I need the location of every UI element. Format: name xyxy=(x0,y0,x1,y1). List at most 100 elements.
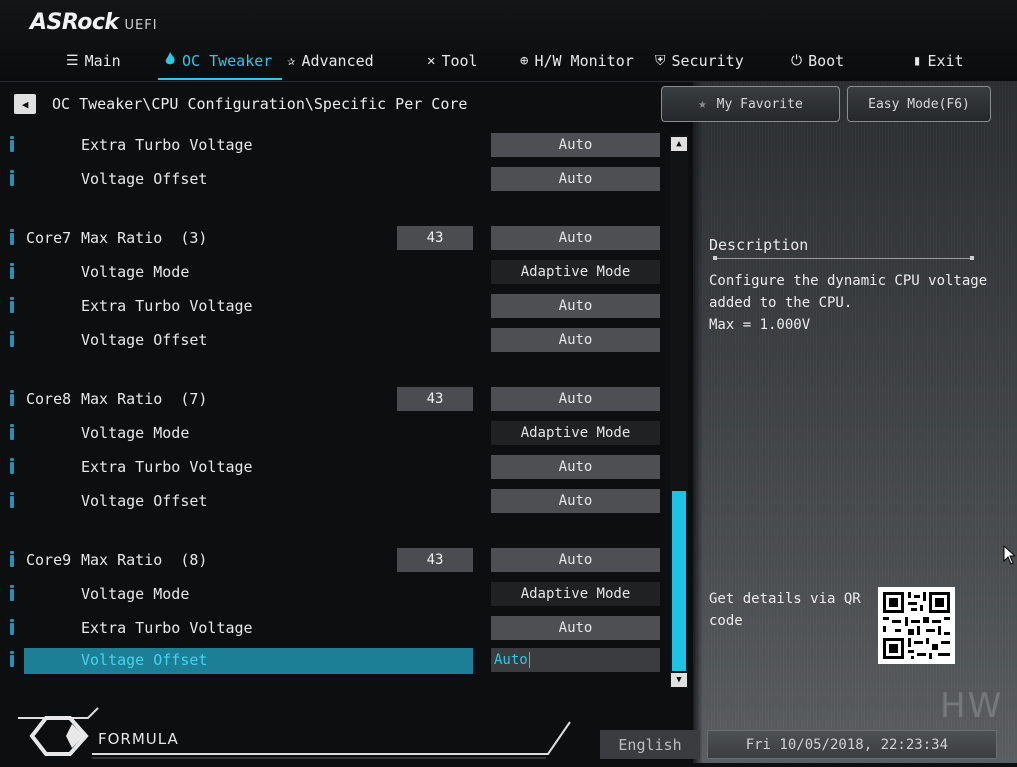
setting-row[interactable]: Core7 Max Ratio (3) 43 Auto xyxy=(0,226,665,252)
setting-label: Voltage Mode xyxy=(81,424,190,442)
setting-row[interactable]: Voltage Mode Adaptive Mode xyxy=(0,421,665,447)
setting-value[interactable]: Auto xyxy=(491,387,660,411)
setting-label: Extra Turbo Voltage xyxy=(81,619,253,637)
tab-advanced[interactable]: ✰ Advanced xyxy=(287,44,374,78)
tab-label: Main xyxy=(84,52,121,70)
scroll-down-button[interactable]: ▼ xyxy=(671,673,687,687)
setting-label: Max Ratio (7) xyxy=(81,390,208,408)
setting-value[interactable]: Auto xyxy=(491,294,660,318)
setting-row[interactable]: Core8 Max Ratio (7) 43 Auto xyxy=(0,387,665,413)
setting-value[interactable]: Adaptive Mode xyxy=(491,421,660,445)
setting-row[interactable]: Voltage Offset Auto xyxy=(0,167,665,193)
star-icon: ★ xyxy=(698,96,707,112)
setting-value-input[interactable]: Auto xyxy=(491,648,660,672)
setting-value[interactable]: Auto xyxy=(491,133,660,157)
back-button[interactable]: ◀ xyxy=(14,94,36,114)
setting-value[interactable]: Adaptive Mode xyxy=(491,582,660,606)
shield-icon: ⛨ xyxy=(655,53,666,69)
setting-value[interactable]: Auto xyxy=(491,226,660,250)
tab-label: Boot xyxy=(808,52,845,70)
setting-row[interactable]: Voltage Mode Adaptive Mode xyxy=(0,260,665,286)
setting-value[interactable]: Auto xyxy=(491,548,660,572)
setting-value-text: Auto xyxy=(494,652,530,668)
setting-row[interactable]: Voltage Mode Adaptive Mode xyxy=(0,582,665,608)
tab-label: Exit xyxy=(927,52,964,70)
header: ASRock UEFI ☰ Main OC Tweaker ✰ Advanced… xyxy=(0,0,1017,82)
arrow-down-icon: ▼ xyxy=(676,675,682,685)
setting-value[interactable]: Auto xyxy=(491,455,660,479)
info-icon xyxy=(10,651,14,667)
info-icon xyxy=(10,136,14,152)
qr-caption: Get details via QR code xyxy=(709,591,861,629)
info-icon xyxy=(10,424,14,440)
asrock-logo: ASRock UEFI xyxy=(30,10,158,36)
setting-value[interactable]: Auto xyxy=(491,616,660,640)
core-label: Core7 xyxy=(26,229,72,247)
setting-row[interactable]: Voltage Offset Auto xyxy=(0,328,665,354)
setting-row[interactable]: Extra Turbo Voltage Auto xyxy=(0,294,665,320)
exit-icon: ▮ xyxy=(913,53,922,69)
info-icon xyxy=(10,390,14,406)
setting-label: Voltage Mode xyxy=(81,585,190,603)
formula-logo-text: FORMULA xyxy=(98,730,179,748)
description-title: Description xyxy=(709,236,809,254)
tab-security[interactable]: ⛨ Security xyxy=(655,44,744,78)
setting-value[interactable]: Auto xyxy=(491,167,660,191)
language-button[interactable]: English xyxy=(600,730,700,759)
scrollbar-thumb[interactable] xyxy=(672,491,686,671)
brand-suffix: UEFI xyxy=(124,18,158,33)
main-nav: ☰ Main OC Tweaker ✰ Advanced ✕ Tool ⊕ H/… xyxy=(0,44,1017,80)
brand-name: ASRock xyxy=(30,10,119,35)
setting-row[interactable]: Core9 Max Ratio (8) 43 Auto xyxy=(0,548,665,574)
ratio-current-value: 43 xyxy=(397,226,473,250)
tab-main[interactable]: ☰ Main xyxy=(66,44,121,78)
ratio-current-value: 43 xyxy=(397,548,473,572)
info-icon xyxy=(10,331,14,347)
datetime-display: Fri 10/05/2018, 22:23:34 xyxy=(707,730,997,759)
setting-row[interactable]: Voltage Offset Auto xyxy=(0,489,665,515)
tab-exit[interactable]: ▮ Exit xyxy=(913,44,964,78)
setting-value[interactable]: Auto xyxy=(491,328,660,352)
setting-row[interactable]: Extra Turbo Voltage Auto xyxy=(0,133,665,159)
watermark: HW xyxy=(940,686,1004,726)
qr-code xyxy=(878,587,955,664)
list-icon: ☰ xyxy=(66,53,79,69)
setting-label: Voltage Offset xyxy=(81,651,208,669)
description-text: Configure the dynamic CPU voltage added … xyxy=(709,273,988,333)
tab-hw-monitor[interactable]: ⊕ H/W Monitor xyxy=(520,44,634,78)
my-favorite-label: My Favorite xyxy=(716,96,803,112)
info-icon xyxy=(10,170,14,186)
setting-value[interactable]: Auto xyxy=(491,489,660,513)
easy-mode-label: Easy Mode(F6) xyxy=(868,96,970,112)
info-icon xyxy=(10,458,14,474)
tab-label: H/W Monitor xyxy=(534,52,634,70)
tab-label: Advanced xyxy=(301,52,374,70)
info-icon xyxy=(10,619,14,635)
info-icon xyxy=(10,492,14,508)
setting-label: Max Ratio (3) xyxy=(81,229,208,247)
setting-label: Voltage Offset xyxy=(81,170,208,188)
monitor-icon: ⊕ xyxy=(520,53,529,69)
core-label: Core9 xyxy=(26,551,72,569)
setting-label: Voltage Offset xyxy=(81,492,208,510)
setting-row-selected[interactable]: Voltage Offset Auto xyxy=(0,648,665,674)
setting-value[interactable]: Adaptive Mode xyxy=(491,260,660,284)
settings-scrollbar[interactable]: ▲ ▼ xyxy=(670,135,688,688)
setting-row[interactable]: Extra Turbo Voltage Auto xyxy=(0,616,665,642)
my-favorite-button[interactable]: ★ My Favorite xyxy=(661,86,840,122)
ratio-current-value: 43 xyxy=(397,387,473,411)
star-icon: ✰ xyxy=(287,53,296,69)
arrow-up-icon: ▲ xyxy=(676,139,682,149)
mouse-cursor-icon xyxy=(1003,545,1015,565)
tab-boot[interactable]: ⏻ Boot xyxy=(791,44,844,78)
info-icon xyxy=(10,297,14,313)
setting-label: Voltage Offset xyxy=(81,331,208,349)
tab-oc-tweaker[interactable]: OC Tweaker xyxy=(157,44,283,80)
qr-code-graphic xyxy=(878,587,955,664)
info-icon xyxy=(10,263,14,279)
setting-row[interactable]: Extra Turbo Voltage Auto xyxy=(0,455,665,481)
tab-tool[interactable]: ✕ Tool xyxy=(427,44,478,78)
flame-icon xyxy=(164,52,176,70)
easy-mode-button[interactable]: Easy Mode(F6) xyxy=(847,86,991,122)
scroll-up-button[interactable]: ▲ xyxy=(671,137,687,151)
